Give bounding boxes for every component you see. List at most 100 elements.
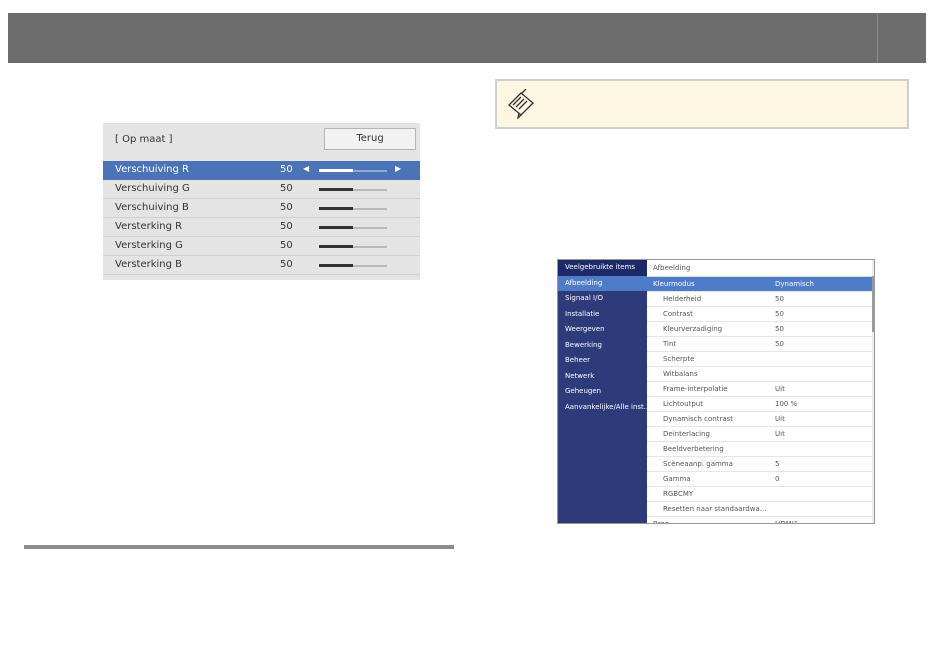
slider-track[interactable] [319,226,387,229]
slider-fill [319,226,353,229]
adjustment-label: Verschuiving B [115,202,189,213]
slider-fill [319,245,353,248]
menu-row-value: 50 [775,325,784,333]
adjustment-value: 50 [280,221,293,232]
menu-row-label: Deinterlacing [663,430,710,438]
menu-row[interactable]: Kleurverzadiging 50 [647,322,874,337]
menu-sidebar-item[interactable]: Aanvankelijke/Alle inst... [558,400,647,416]
menu-row-value: 5 [775,460,780,468]
slider-track[interactable] [319,245,387,248]
note-pencil-icon [508,89,534,119]
menu-row[interactable]: Gamma 0 [647,472,874,487]
menu-sidebar-item[interactable]: Veelgebruikte items [558,260,647,276]
menu-row[interactable]: Frame-interpolatie Uit [647,382,874,397]
slider-track[interactable] [319,169,387,172]
menu-row-label: RGBCMY [663,490,694,498]
menu-row-label: Helderheid [663,295,702,303]
menu-sidebar-item[interactable]: Signaal I/O [558,291,647,307]
menu-row[interactable]: Scherpte [647,352,874,367]
menu-row-label: Frame-interpolatie [663,385,728,393]
menu-row-value: 50 [775,295,784,303]
menu-row[interactable]: Scèneaanp. gamma 5 [647,457,874,472]
menu-row-label: Dynamisch contrast [663,415,734,423]
menu-sidebar-item[interactable]: Beheer [558,353,647,369]
adjustment-label: Versterking R [115,221,183,232]
menu-row-label: Gamma [663,475,691,483]
adjustment-value: 50 [280,202,293,213]
adjustment-list: Verschuiving R 50 ◀ ▶ Verschuiving G 50 Versch… [103,161,420,275]
menu-row[interactable]: Dynamisch contrast Uit [647,412,874,427]
adjustment-row[interactable]: Verschuiving B 50 [103,199,420,218]
menu-row-value: 50 [775,340,784,348]
menu-sidebar-item[interactable]: Bewerking [558,338,647,354]
menu-row-value: Uit [775,415,785,423]
menu-scroll-thumb[interactable] [872,276,874,332]
menu-row-value: 50 [775,310,784,318]
adjustment-row[interactable]: Verschuiving R 50 ◀ ▶ [103,161,420,180]
menu-row-label: Witbalans [663,370,698,378]
menu-sidebar-item[interactable]: Netwerk [558,369,647,385]
slider-track[interactable] [319,188,387,191]
slider-fill [319,207,353,210]
menu-content: Afbeelding Kleurmodus Dynamisch Helderheid… [647,260,874,524]
menu-row-label: Tint [663,340,677,348]
menu-screenshot: Veelgebruikte items Afbeelding Signaal I/O… [557,259,875,524]
section-divider [24,545,454,549]
adjustment-value: 50 [280,183,293,194]
menu-row[interactable]: Tint 50 [647,337,874,352]
menu-row-value: HDMI1 [775,520,799,524]
adjustment-row[interactable]: Verschuiving G 50 [103,180,420,199]
menu-scrollbar[interactable] [872,260,874,523]
menu-section-header: Afbeelding [647,260,874,277]
menu-row-value: Dynamisch [775,280,814,288]
header-bar [8,13,926,63]
adjustment-row[interactable]: Versterking R 50 [103,218,420,237]
menu-row[interactable]: Resetten naar standaardwa... [647,502,874,517]
menu-row[interactable]: Bron HDMI1 [647,517,874,524]
arrow-left-icon[interactable]: ◀ [303,164,309,173]
menu-row-value: Uit [775,385,785,393]
menu-row-label: Scèneaanp. gamma [663,460,733,468]
menu-row[interactable]: Deinterlacing Uit [647,427,874,442]
slider-fill [319,169,353,172]
slider-fill [319,264,353,267]
slider-track[interactable] [319,264,387,267]
adjustment-label: Versterking B [115,259,183,270]
menu-row-label: Resetten naar standaardwa... [663,505,767,513]
back-button[interactable]: Terug [324,128,416,150]
adjustment-value: 50 [280,240,293,251]
adjustment-label: Verschuiving G [115,183,190,194]
adjustment-value: 50 [280,164,293,175]
adjustment-label: Versterking G [115,240,183,251]
menu-sidebar-item[interactable]: Afbeelding [558,275,647,291]
note-box [495,79,909,129]
menu-sidebar-item[interactable]: Installatie [558,307,647,323]
adjustment-row[interactable]: Versterking G 50 [103,237,420,256]
menu-sidebar-item[interactable]: Geheugen [558,384,647,400]
menu-sidebar: Veelgebruikte items Afbeelding Signaal I/O… [558,260,647,523]
menu-row[interactable]: Lichtoutput 100 % [647,397,874,412]
slider-fill [319,188,353,191]
menu-sidebar-item[interactable]: Weergeven [558,322,647,338]
menu-row-label: Lichtoutput [663,400,703,408]
custom-color-panel: [ Op maat ] Terug Verschuiving R 50 ◀ ▶ Vers… [103,123,420,280]
header-divider [877,13,878,63]
arrow-right-icon[interactable]: ▶ [395,164,401,173]
adjustment-value: 50 [280,259,293,270]
slider-track[interactable] [319,207,387,210]
menu-row-label: Beeldverbetering [663,445,724,453]
menu-row-value: 100 % [775,400,798,408]
menu-row-label: Bron [653,520,670,524]
menu-row[interactable]: RGBCMY [647,487,874,502]
menu-row[interactable]: Beeldverbetering [647,442,874,457]
menu-row-label: Contrast [663,310,693,318]
menu-row[interactable]: Helderheid 50 [647,292,874,307]
menu-row-value: Uit [775,430,785,438]
menu-row-label: Kleurverzadiging [663,325,723,333]
adjustment-row[interactable]: Versterking B 50 [103,256,420,275]
menu-row[interactable]: Contrast 50 [647,307,874,322]
menu-row-label: Kleurmodus [653,280,695,288]
adjustment-label: Verschuiving R [115,164,189,175]
menu-row[interactable]: Kleurmodus Dynamisch [647,277,874,292]
menu-row[interactable]: Witbalans [647,367,874,382]
